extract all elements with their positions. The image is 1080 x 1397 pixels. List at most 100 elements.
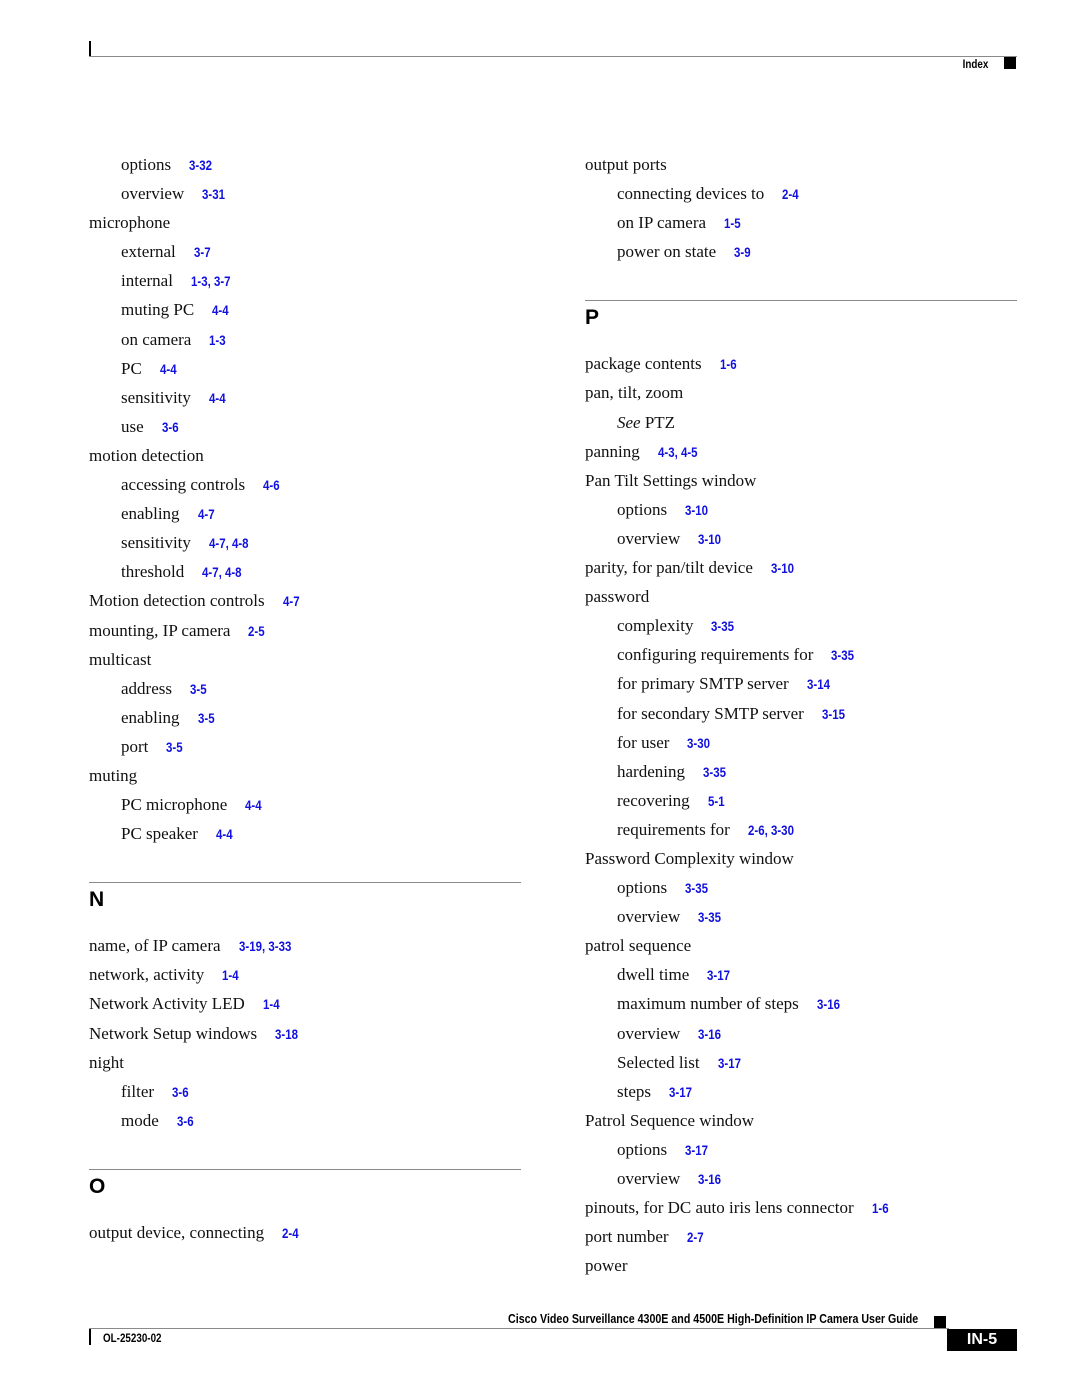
page-reference-link[interactable]: 3-17 [669, 1078, 692, 1107]
index-section-o-entries: output device, connecting 2-4 [89, 1218, 521, 1247]
index-entry: patrol sequence [585, 931, 1017, 960]
index-entry: multicast [89, 645, 521, 674]
index-subentry: options 3-17 [585, 1135, 1017, 1164]
index-column-right: output ports connecting devices to 2-4 on I… [585, 150, 1017, 1280]
page-reference-link[interactable]: 4-7, 4-8 [209, 529, 249, 558]
index-block-o-continued: output ports connecting devices to 2-4 on I… [585, 150, 1017, 266]
page-reference-link[interactable]: 3-16 [698, 1165, 721, 1194]
index-subentry: sensitivity 4-4 [89, 383, 521, 412]
section-letter: O [89, 1174, 106, 1198]
page-reference-link[interactable]: 3-30 [687, 729, 710, 758]
index-term: microphone [89, 213, 171, 233]
page-reference-link[interactable]: 4-6 [263, 471, 280, 500]
page-reference-link[interactable]: 3-19, 3-33 [239, 932, 291, 961]
page-reference-link[interactable]: 3-14 [807, 670, 830, 699]
page-reference-link[interactable]: 3-17 [707, 961, 730, 990]
index-subentry: internal 1-3, 3-7 [89, 266, 521, 295]
index-subentry: muting PC 4-4 [89, 295, 521, 324]
index-subentry: steps 3-17 [585, 1077, 1017, 1106]
page-reference-link[interactable]: 1-6 [872, 1194, 889, 1223]
page-reference-link[interactable]: 3-35 [698, 903, 721, 932]
index-entry: Network Activity LED 1-4 [89, 989, 521, 1018]
page-reference-link[interactable]: 1-3, 3-7 [191, 267, 231, 296]
page-reference-link[interactable]: 4-3, 4-5 [658, 438, 698, 467]
index-subentry: filter 3-6 [89, 1077, 521, 1106]
index-term: options [617, 1139, 668, 1159]
page-reference-link[interactable]: 3-6 [177, 1107, 194, 1136]
index-term: threshold [121, 562, 185, 582]
page-reference-link[interactable]: 4-4 [160, 355, 177, 384]
page-reference-link[interactable]: 1-6 [720, 350, 737, 379]
index-subentry: PC speaker 4-4 [89, 819, 521, 848]
page-reference-link[interactable]: 2-5 [248, 617, 265, 646]
page-reference-link[interactable]: 4-7, 4-8 [202, 558, 242, 587]
page-reference-link[interactable]: 3-16 [817, 990, 840, 1019]
index-term: dwell time [617, 965, 690, 985]
page-reference-link[interactable]: 3-10 [698, 525, 721, 554]
page-reference-link[interactable]: 3-17 [718, 1049, 741, 1078]
page-reference-link[interactable]: 4-7 [283, 587, 300, 616]
page-reference-link[interactable]: 4-4 [209, 384, 226, 413]
index-term: complexity [617, 616, 694, 636]
index-entry: output ports [585, 150, 1017, 179]
index-subentry: options 3-10 [585, 495, 1017, 524]
index-term: panning [585, 441, 640, 461]
page-reference-link[interactable]: 2-4 [782, 180, 799, 209]
page-reference-link[interactable]: 3-35 [703, 758, 726, 787]
page-reference-link[interactable]: 1-4 [222, 961, 239, 990]
page-reference-link[interactable]: 4-4 [245, 791, 262, 820]
index-entry: port number 2-7 [585, 1222, 1017, 1251]
index-term: on IP camera [617, 213, 707, 233]
index-section-n-entries: name, of IP camera 3-19, 3-33 network, act… [89, 931, 521, 1135]
index-term: internal [121, 271, 173, 291]
page-reference-link[interactable]: 3-35 [711, 612, 734, 641]
page-reference-link[interactable]: 4-7 [198, 500, 215, 529]
page-reference-link[interactable]: 3-5 [198, 704, 215, 733]
section-letter: N [89, 888, 105, 912]
page-reference-link[interactable]: 3-10 [771, 554, 794, 583]
page-reference-link[interactable]: 1-5 [724, 209, 741, 238]
index-term: name, of IP camera [89, 936, 221, 956]
index-entry: microphone [89, 208, 521, 237]
page-reference-link[interactable]: 2-4 [282, 1219, 299, 1248]
footer-page-number: IN-5 [947, 1329, 1017, 1351]
index-entry: power [585, 1251, 1017, 1280]
index-term: filter [121, 1081, 155, 1101]
page-reference-link[interactable]: 4-4 [216, 820, 233, 849]
index-subentry: maximum number of steps 3-16 [585, 989, 1017, 1018]
page-reference-link[interactable]: 3-9 [734, 238, 751, 267]
page-reference-link[interactable]: 3-5 [190, 675, 207, 704]
page-reference-link[interactable]: 3-15 [822, 700, 845, 729]
page-reference-link[interactable]: 3-18 [275, 1020, 298, 1049]
index-term: requirements for [617, 819, 730, 839]
index-subentry: PC microphone 4-4 [89, 790, 521, 819]
page-reference-link[interactable]: 3-35 [685, 874, 708, 903]
page-reference-link[interactable]: 3-6 [172, 1078, 189, 1107]
page-reference-link[interactable]: 3-17 [685, 1136, 708, 1165]
page-reference-link[interactable]: 3-6 [162, 413, 179, 442]
page-reference-link[interactable]: 3-5 [166, 733, 183, 762]
index-term: recovering [617, 790, 690, 810]
page-reference-link[interactable]: 5-1 [708, 787, 725, 816]
page-reference-link[interactable]: 3-32 [189, 151, 212, 180]
page-reference-link[interactable]: 3-31 [202, 180, 225, 209]
index-subentry: See PTZ [585, 408, 1017, 437]
page-reference-link[interactable]: 1-4 [263, 990, 280, 1019]
page-reference-link[interactable]: 3-35 [831, 641, 854, 670]
index-subentry: use 3-6 [89, 412, 521, 441]
page-reference-link[interactable]: 2-7 [687, 1223, 704, 1252]
page-reference-link[interactable]: 1-3 [209, 326, 226, 355]
index-term: connecting devices to [617, 184, 765, 204]
page-reference-link[interactable]: 3-16 [698, 1020, 721, 1049]
page-reference-link[interactable]: 2-6, 3-30 [748, 816, 794, 845]
index-term: PTZ [644, 412, 676, 432]
index-subentry: accessing controls 4-6 [89, 470, 521, 499]
index-term: Network Activity LED [89, 994, 245, 1014]
index-term: power [585, 1256, 628, 1276]
page-reference-link[interactable]: 4-4 [212, 296, 229, 325]
page-reference-link[interactable]: 3-7 [194, 238, 211, 267]
header-section-label: Index [962, 57, 988, 71]
header-crop-mark [89, 41, 91, 57]
page-reference-link[interactable]: 3-10 [685, 496, 708, 525]
index-term: mode [121, 1110, 159, 1130]
